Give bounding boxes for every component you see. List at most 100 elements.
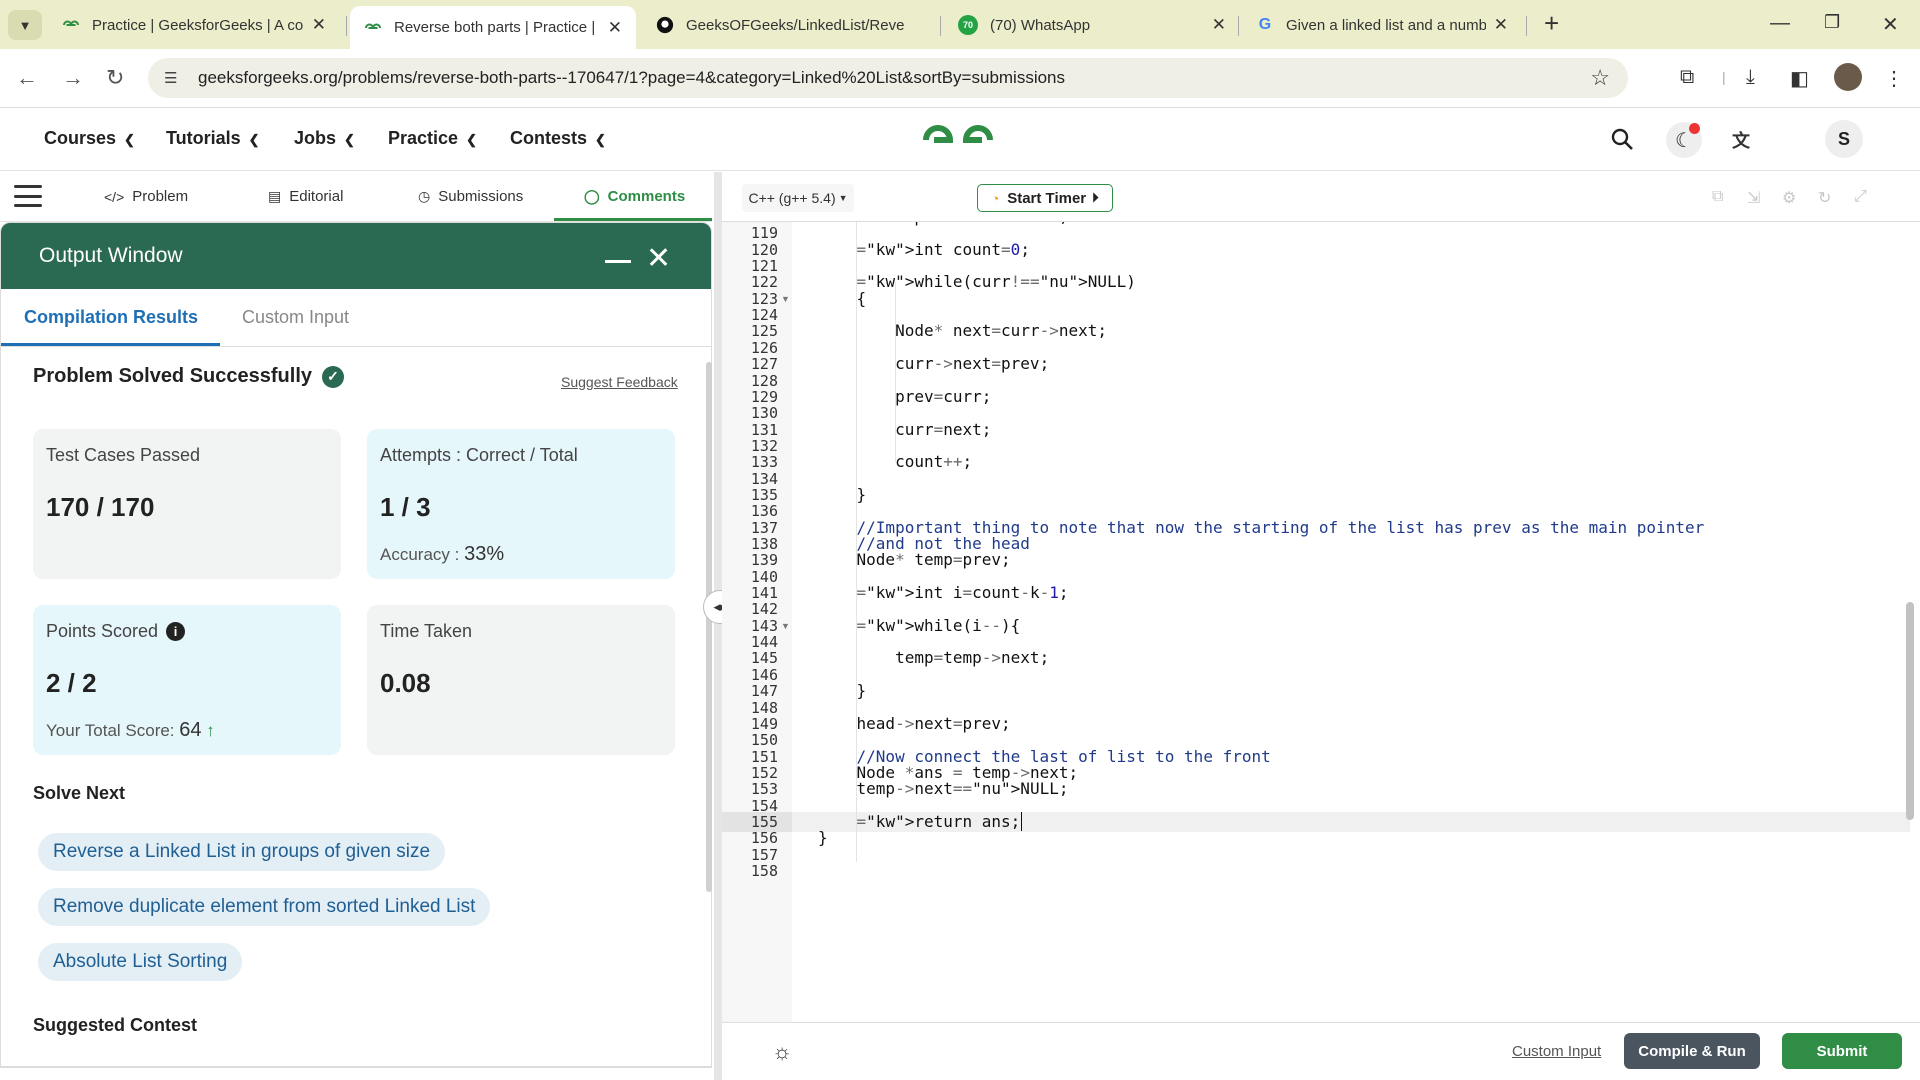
problem-tabs: </> Problem ▤ Editorial ◷ Submissions ◯ Comm… [0,172,712,222]
tab-label: Submissions [438,188,524,205]
lightbulb-icon[interactable]: ☼ [772,1039,792,1065]
fullscreen-icon[interactable]: ⤢ [1854,188,1867,206]
chevron-down-icon: ❮ [124,132,135,147]
attempts-card: Attempts : Correct / Total 1 / 3 Accurac… [367,429,675,579]
line-number: 126 [750,338,778,357]
site-info-icon[interactable]: ☰ [164,69,184,87]
dark-mode-toggle-icon[interactable]: ☾ [1666,122,1702,158]
language-select[interactable]: C++ (g++ 5.4) ▼ [742,184,854,212]
line-number: 119 [750,224,778,243]
output-window-title: Output Window [39,244,183,267]
tab-custom-input[interactable]: Custom Input [242,307,349,328]
bookmark-star-icon[interactable]: ☆ [1590,65,1610,91]
browser-menu-icon[interactable]: ⋮ [1884,66,1904,91]
minimize-icon[interactable] [605,260,631,263]
status-text: Problem Solved Successfully [33,365,312,387]
result-status: Problem Solved Successfully ✓ [33,365,344,388]
solve-next-link[interactable]: Remove duplicate element from sorted Lin… [38,888,491,926]
browser-profile-avatar[interactable] [1834,63,1862,91]
menu-tutorials[interactable]: Tutorials ❮ [166,128,260,149]
copy-icon[interactable]: ⧉ [1712,188,1723,206]
browser-tab-practice[interactable]: Practice | GeeksforGeeks | A co ✕ [48,6,340,44]
compile-run-button[interactable]: Compile & Run [1624,1033,1760,1069]
language-label: C++ (g++ 5.4) [748,190,836,206]
line-number: 151 [750,747,778,766]
search-icon[interactable] [1610,127,1634,157]
line-number: 125 [750,322,778,341]
browser-tab-reverse-both-parts[interactable]: Reverse both parts | Practice | G ✕ [350,6,636,49]
site-header: Courses ❮ Tutorials ❮ Jobs ❮ Practice ❮ Cont… [0,108,1920,171]
new-tab-icon[interactable]: + [1544,8,1559,39]
custom-input-link[interactable]: Custom Input [1512,1043,1601,1060]
forward-icon[interactable]: → [62,65,84,91]
tab-close-icon[interactable]: ✕ [1494,15,1508,35]
line-number: 127 [750,355,778,374]
menu-contests[interactable]: Contests ❮ [510,128,606,149]
gfg-logo[interactable] [920,120,996,160]
code-line: } [818,681,867,701]
tab-editorial[interactable]: ▤ Editorial [268,188,343,205]
line-number: 144 [750,633,778,652]
tab-compilation-results[interactable]: Compilation Results [24,307,198,328]
editor-toolbar: C++ (g++ 5.4) ▼ ◔ Start Timer ⏵ ⧉ ⇲ ⚙ ↻ ⤢ [722,172,1920,222]
browser-toolbar: ← → ↻ ☰ geeksforgeeks.org/problems/rever… [0,49,1920,108]
minimize-window-icon[interactable]: — [1770,12,1790,35]
line-number: 140 [750,567,778,586]
line-number: 139 [750,551,778,570]
tab-divider [940,16,941,36]
browser-tab-google[interactable]: G Given a linked list and a numbe ✕ [1242,6,1522,44]
hamburger-menu-icon[interactable] [14,185,42,207]
side-panel-icon[interactable]: ◧ [1790,66,1809,91]
tab-title: (70) WhatsApp [990,16,1091,34]
extensions-icon[interactable]: ⧉ [1680,66,1694,89]
restore-window-icon[interactable]: ❐ [1824,12,1840,33]
card-label: Attempts : Correct / Total [380,445,578,465]
output-scrollbar[interactable] [706,362,712,892]
menu-courses[interactable]: Courses ❮ [44,128,135,149]
reset-icon[interactable]: ↻ [1818,188,1831,208]
close-window-icon[interactable]: ✕ [1882,12,1899,37]
line-number: 120 [750,240,778,259]
line-number: 147 [750,682,778,701]
info-icon[interactable]: i [166,622,186,641]
submit-button[interactable]: Submit [1782,1033,1902,1069]
tab-close-icon[interactable]: ✕ [1212,15,1226,35]
chevron-down-icon: ❮ [248,132,260,147]
suggest-feedback-link[interactable]: Suggest Feedback [561,374,678,390]
menu-jobs[interactable]: Jobs ❮ [294,128,355,149]
back-icon[interactable]: ← [16,65,38,91]
address-bar[interactable]: ☰ geeksforgeeks.org/problems/reverse-bot… [148,58,1628,98]
solve-next-link[interactable]: Absolute List Sorting [38,943,243,981]
google-favicon-icon: G [1258,16,1272,33]
start-timer-button[interactable]: ◔ Start Timer ⏵ [977,184,1113,212]
translate-icon[interactable]: 文 [1732,127,1750,153]
line-number-gutter: 118119120121122123▼124125126127128129130… [722,222,792,1022]
downloads-icon[interactable]: ⤓ [1746,66,1755,89]
tab-search-chevron-icon[interactable]: ▼ [8,10,42,40]
fold-arrow-icon[interactable]: ▼ [781,621,790,631]
caret-down-icon: ▼ [838,193,848,203]
fold-arrow-icon[interactable]: ▼ [781,294,790,304]
menu-practice[interactable]: Practice ❮ [388,128,477,149]
close-icon[interactable]: ✕ [646,241,671,276]
code-editor[interactable]: Node* prev=="nu">NULL; ="kw">int count=0… [792,222,1910,1022]
user-avatar[interactable]: S [1825,120,1863,158]
tab-problem[interactable]: </> Problem [104,188,188,205]
solve-next-link[interactable]: Reverse a Linked List in groups of given… [38,833,446,871]
browser-tab-github[interactable]: GeeksOFGeeks/LinkedList/Reve [642,6,940,44]
tab-close-icon[interactable]: ✕ [608,18,622,38]
editor-scrollbar[interactable] [1906,602,1914,820]
notification-dot [1689,123,1700,134]
stopwatch-icon: ◔ [991,190,1000,206]
settings-gear-icon[interactable]: ⚙ [1782,188,1796,208]
tab-comments[interactable]: ◯ Comments [584,188,685,205]
tab-submissions[interactable]: ◷ Submissions [418,188,523,205]
menu-label: Jobs [294,128,337,148]
import-icon[interactable]: ⇲ [1747,188,1760,208]
line-number: 121 [750,257,778,276]
tab-close-icon[interactable]: ✕ [312,15,326,35]
code-icon: </> [104,188,125,205]
tab-title: Practice | GeeksforGeeks | A co [92,16,304,34]
browser-tab-whatsapp[interactable]: 70 (70) WhatsApp ✕ [944,6,1240,44]
reload-icon[interactable]: ↻ [106,65,124,91]
